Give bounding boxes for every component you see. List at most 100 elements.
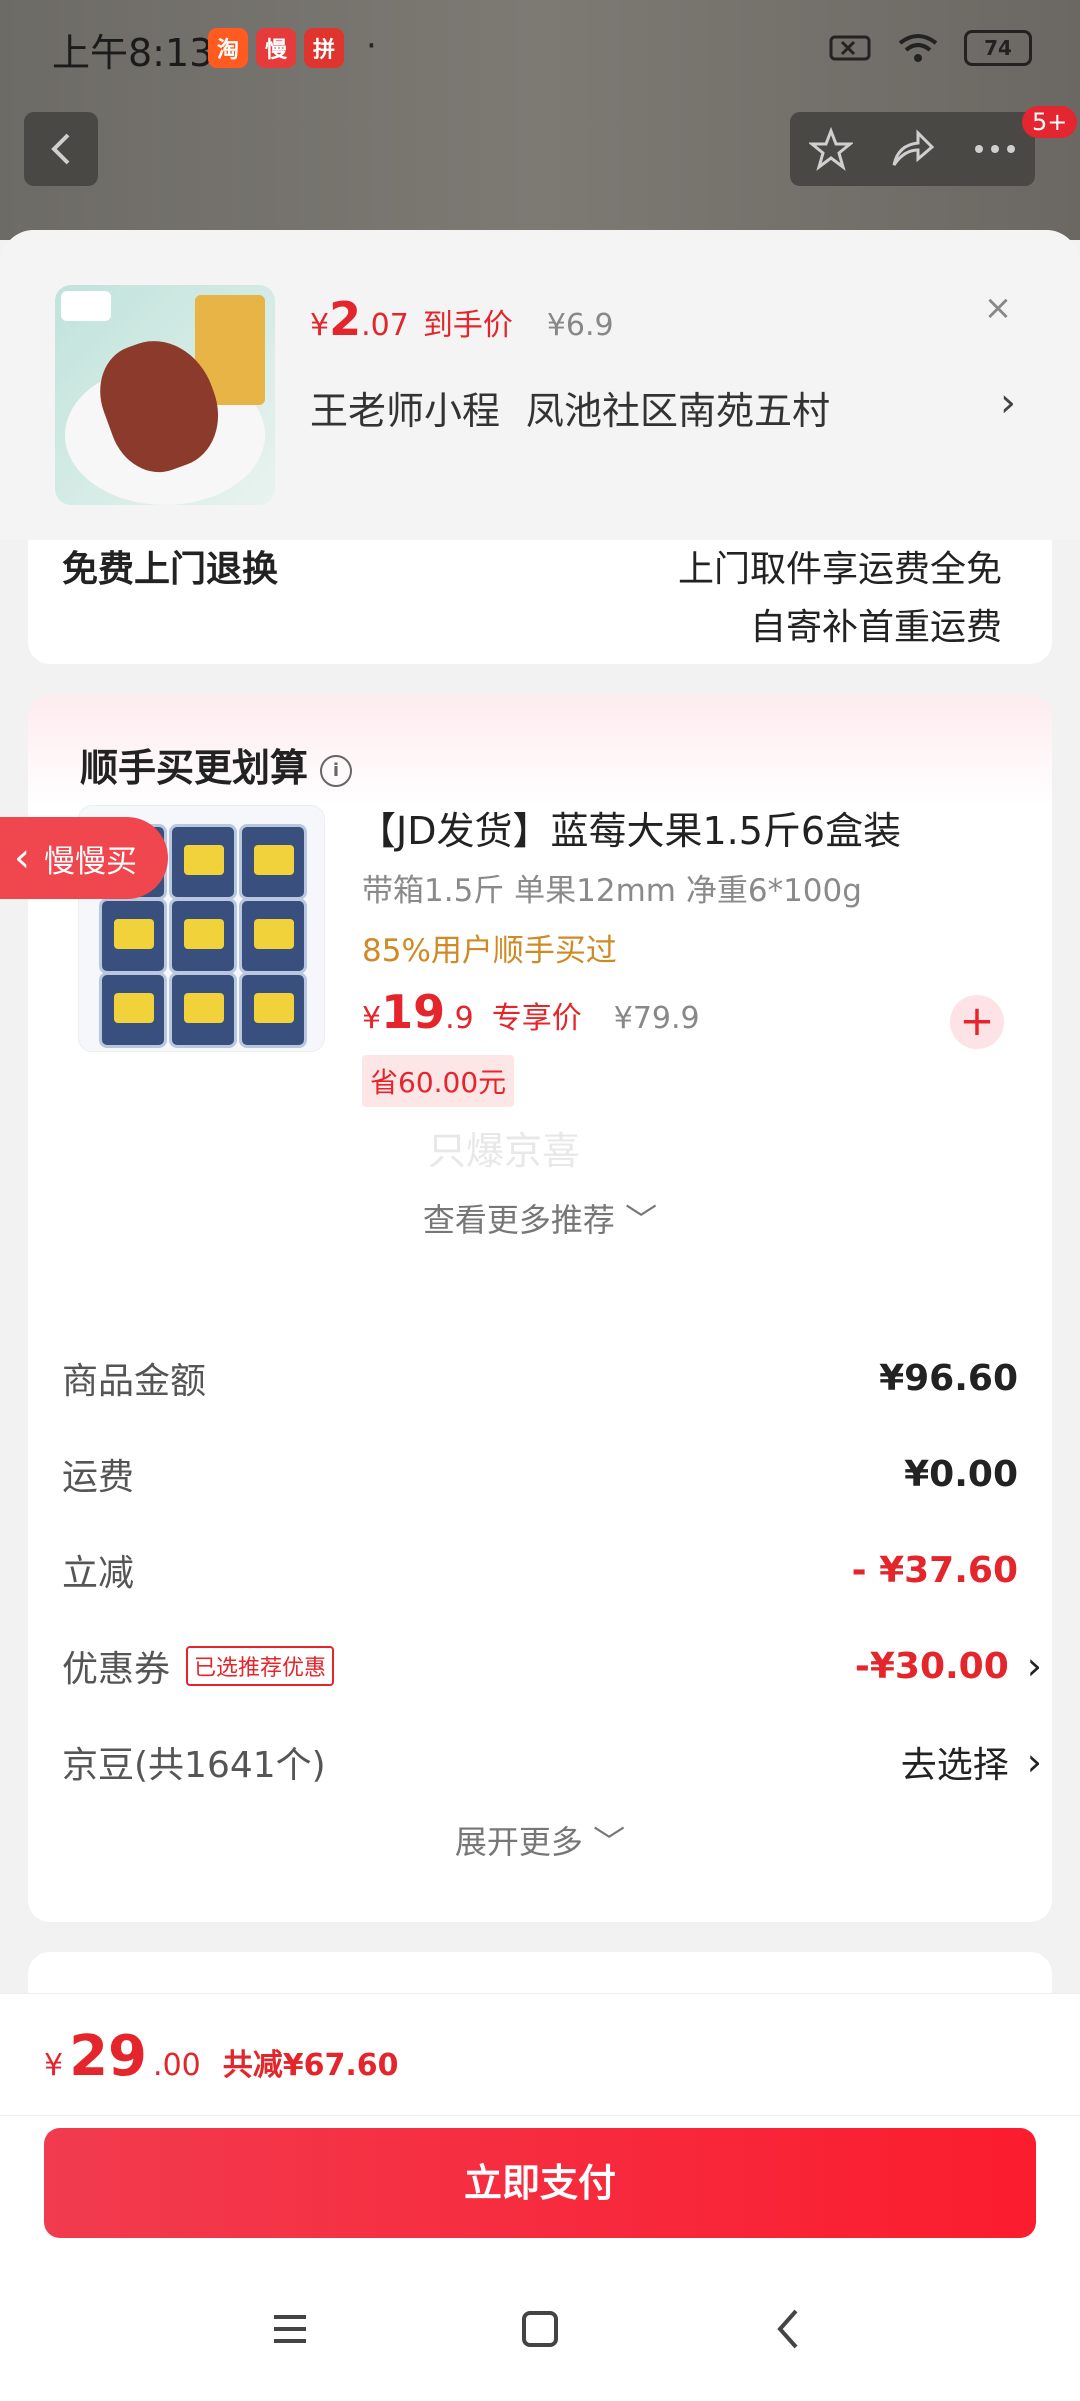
berry-label xyxy=(254,919,294,949)
berry-box xyxy=(169,898,237,974)
message-badge: 5+ xyxy=(1022,106,1078,138)
divider xyxy=(0,2115,1080,2116)
berry-label xyxy=(254,845,294,875)
berry-box xyxy=(239,972,307,1048)
info-icon[interactable]: i xyxy=(320,754,353,787)
back-button[interactable] xyxy=(24,112,98,186)
community-name: 凤池社区南苑五村 xyxy=(526,389,831,433)
recommend-original-price: ¥79.9 xyxy=(613,1001,700,1036)
home-icon[interactable] xyxy=(510,2299,570,2359)
price-integer: 2 xyxy=(329,292,362,346)
system-navigation-bar xyxy=(0,2274,1080,2384)
chevron-left-icon xyxy=(51,133,70,165)
back-icon[interactable] xyxy=(760,2299,820,2359)
summary-label: 运费 xyxy=(62,1457,135,1498)
close-button[interactable]: × xyxy=(978,288,1018,328)
currency-symbol: ¥ xyxy=(310,308,330,343)
bottom-pay-bar: ¥ 29 .00 共减¥67.60 立即支付 xyxy=(0,1993,1080,2401)
summary-label: 商品金额 xyxy=(62,1361,207,1402)
price-summary-card: 商品金额 ¥96.60 运费 ¥0.00 立减 - ¥37.60 优惠券 已选推… xyxy=(28,1312,1052,1922)
berry-box xyxy=(99,972,167,1048)
price-decimal: .07 xyxy=(361,308,409,343)
slow-buy-tab[interactable]: ‹ 慢慢买 xyxy=(0,817,168,899)
total-currency: ¥ xyxy=(44,2048,64,2083)
jingdou-value-group: 去选择 › xyxy=(901,1736,1042,1788)
berry-label xyxy=(184,993,224,1023)
berry-label xyxy=(114,993,154,1023)
return-note-line2: 自寄补首重运费 xyxy=(749,607,1002,648)
price-integer: 19 xyxy=(381,985,446,1039)
berry-box xyxy=(99,898,167,974)
summary-row-coupon[interactable]: 优惠券 已选推荐优惠 -¥30.00 › xyxy=(62,1636,1042,1696)
wifi-icon xyxy=(898,34,938,62)
product-thumbnail xyxy=(55,285,275,505)
save-badge: 省60.00元 xyxy=(362,1055,515,1107)
header-price-row: ¥2.07 到手价 ¥6.9 xyxy=(310,292,614,346)
total-integer: 29 xyxy=(69,2024,148,2089)
expand-more-link[interactable]: 展开更多 ﹀ xyxy=(28,1817,1052,1863)
summary-value: ¥0.00 xyxy=(904,1453,1018,1495)
share-icon[interactable] xyxy=(890,129,936,169)
status-time: 上午8:13 xyxy=(52,31,214,75)
status-bar: 上午8:13 淘 慢 拼 · 74 xyxy=(0,0,1080,100)
summary-row-subtotal: 商品金额 ¥96.60 xyxy=(62,1348,1018,1408)
star-icon[interactable] xyxy=(808,127,853,171)
total-decimal: .00 xyxy=(153,2048,201,2083)
slow-buy-label: 慢慢买 xyxy=(44,843,137,880)
taobao-app-icon: 淘 xyxy=(208,28,248,68)
recommend-product-name[interactable]: 【JD发货】蓝莓大果1.5斤6盒装 xyxy=(358,800,901,855)
recommend-price-label: 专享价 xyxy=(491,1001,582,1036)
berry-label xyxy=(254,993,294,1023)
recommend-price: ¥19.9 xyxy=(362,985,474,1039)
chevron-left-icon: ‹ xyxy=(14,835,30,881)
total-reduce: 共减¥67.60 xyxy=(222,2048,399,2083)
summary-row-jingdou[interactable]: 京豆(共1641个) 去选择 › xyxy=(62,1732,1042,1792)
berry-box xyxy=(239,898,307,974)
total-row: ¥ 29 .00 共减¥67.60 xyxy=(44,2024,399,2089)
chevron-right-icon: › xyxy=(1026,1644,1042,1688)
return-title: 免费上门退换 xyxy=(62,549,279,590)
watermark: 只爆京喜 xyxy=(428,1129,581,1173)
summary-value: 去选择 xyxy=(900,1745,1009,1786)
recommend-price-row: ¥19.9 专享价 ¥79.9 xyxy=(362,985,700,1039)
summary-row-shipping: 运费 ¥0.00 xyxy=(62,1444,1018,1504)
summary-label: 优惠券 xyxy=(62,1649,171,1690)
summary-value: - ¥37.60 xyxy=(851,1549,1018,1591)
pdd-app-icon: 拼 xyxy=(304,28,344,68)
summary-value: -¥30.00 xyxy=(854,1645,1009,1687)
manmanmai-app-icon: 慢 xyxy=(256,28,296,68)
berry-box xyxy=(169,824,237,900)
berry-box xyxy=(169,972,237,1048)
more-icon[interactable] xyxy=(973,143,1017,155)
status-right-group: 74 xyxy=(828,30,1032,66)
menu-icon[interactable] xyxy=(260,2299,320,2359)
battery-icon: 74 xyxy=(964,30,1032,66)
top-actions xyxy=(790,112,1035,186)
summary-label: 立减 xyxy=(62,1553,135,1594)
return-note: 上门取件享运费全免 xyxy=(677,549,1002,590)
summary-label: 京豆(共1641个) xyxy=(62,1745,326,1786)
chevron-right-icon: › xyxy=(1026,1740,1042,1784)
price-label: 到手价 xyxy=(422,308,513,343)
berry-label xyxy=(184,919,224,949)
seller-name: 王老师小程 xyxy=(310,389,501,433)
berry-label xyxy=(184,845,224,875)
pay-now-button[interactable]: 立即支付 xyxy=(44,2128,1036,2238)
recommend-spec: 带箱1.5斤 单果12mm 净重6*100g xyxy=(362,873,862,909)
coupon-tag: 已选推荐优惠 xyxy=(186,1646,335,1686)
add-to-order-button[interactable]: + xyxy=(950,995,1004,1049)
recommend-title: 顺手买更划算 i xyxy=(80,737,353,792)
currency-symbol: ¥ xyxy=(362,1001,382,1036)
original-price: ¥6.9 xyxy=(546,308,614,343)
chevron-right-icon[interactable]: › xyxy=(1000,380,1016,426)
status-dot: · xyxy=(366,26,377,66)
see-more-recommend-link[interactable]: 查看更多推荐 ﹀ xyxy=(28,1195,1052,1241)
coupon-label-group: 优惠券 已选推荐优惠 xyxy=(62,1640,335,1692)
coupon-value-group: -¥30.00 › xyxy=(855,1644,1042,1688)
summary-value: ¥96.60 xyxy=(879,1357,1018,1399)
price-decimal: .9 xyxy=(445,1001,474,1036)
seller-row[interactable]: 王老师小程 凤池社区南苑五村 xyxy=(310,380,830,435)
product-header: ¥2.07 到手价 ¥6.9 × 王老师小程 凤池社区南苑五村 › xyxy=(0,230,1080,540)
header-price: ¥2.07 xyxy=(310,292,409,346)
recommend-users: 85%用户顺手买过 xyxy=(362,933,617,969)
